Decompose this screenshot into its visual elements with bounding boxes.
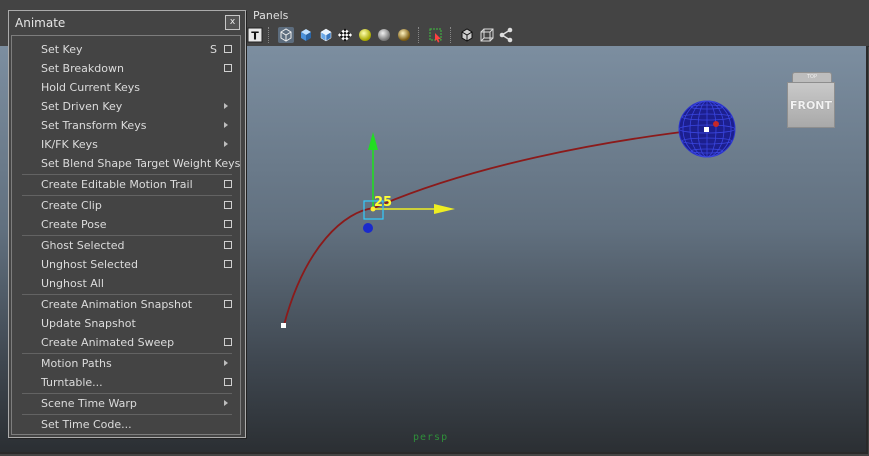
wireframe-on-shaded-icon[interactable] xyxy=(479,27,495,43)
close-icon: x xyxy=(229,17,236,27)
sphere-pivot-marker xyxy=(713,121,719,127)
option-box-icon[interactable] xyxy=(224,220,232,228)
menu-item-set-key[interactable]: Set Key S xyxy=(12,40,240,59)
menu-item-set-time-code[interactable]: Set Time Code... xyxy=(12,415,240,434)
trail-end-point[interactable] xyxy=(704,127,709,132)
camera-name-label: persp xyxy=(413,432,449,443)
translate-z-handle[interactable] xyxy=(363,223,373,233)
menu-item-label: Set Transform Keys xyxy=(41,119,147,132)
menu-item-ghost-selected[interactable]: Ghost Selected xyxy=(12,236,240,255)
menu-item-label: Set Key xyxy=(41,43,83,56)
motion-trail-frame-number: 25 xyxy=(374,195,393,210)
option-box-icon[interactable] xyxy=(224,180,232,188)
menu-item-create-pose[interactable]: Create Pose xyxy=(12,215,240,234)
option-box-icon[interactable] xyxy=(224,378,232,386)
shadow-sphere-icon[interactable] xyxy=(396,27,412,43)
hotkey-label: S xyxy=(210,43,217,56)
menu-item-label: Create Animated Sweep xyxy=(41,336,175,349)
option-box-icon[interactable] xyxy=(224,201,232,209)
translate-x-arrowhead[interactable] xyxy=(434,204,455,214)
option-box-icon[interactable] xyxy=(224,45,232,53)
menu-item-label: Create Editable Motion Trail xyxy=(41,178,193,191)
shaded-cube-icon[interactable] xyxy=(318,27,334,43)
option-box-icon[interactable] xyxy=(224,300,232,308)
node-graph-icon[interactable] xyxy=(498,27,514,43)
menu-item-ik-fk-keys[interactable]: IK/FK Keys xyxy=(12,135,240,154)
menu-item-create-animated-sweep[interactable]: Create Animated Sweep xyxy=(12,333,240,352)
toolbar-separator xyxy=(418,27,421,43)
menu-item-label: Set Time Code... xyxy=(41,418,132,431)
menu-item-label: Turntable... xyxy=(41,376,103,389)
menu-item-label: Create Animation Snapshot xyxy=(41,298,193,311)
menu-body: Set Key S Set Breakdown Hold Current Key… xyxy=(11,35,241,435)
menu-item-unghost-selected[interactable]: Unghost Selected xyxy=(12,255,240,274)
submenu-arrow-icon xyxy=(224,103,228,109)
menu-item-label: Scene Time Warp xyxy=(41,397,137,410)
xray-cube-icon[interactable] xyxy=(459,27,475,43)
menu-item-label: Set Driven Key xyxy=(41,100,123,113)
trail-start-point[interactable] xyxy=(281,323,286,328)
panels-menu[interactable]: Panels xyxy=(253,9,288,22)
submenu-arrow-icon xyxy=(224,122,228,128)
menu-item-label: Set Breakdown xyxy=(41,62,124,75)
animate-menu-window: Animate x Set Key S Set Breakdown Hold C… xyxy=(8,10,246,438)
toolbar-separator xyxy=(268,27,271,43)
menu-item-turntable[interactable]: Turntable... xyxy=(12,373,240,392)
menu-item-hold-current-keys[interactable]: Hold Current Keys xyxy=(12,78,240,97)
translate-y-arrowhead[interactable] xyxy=(368,132,378,150)
option-box-icon[interactable] xyxy=(224,64,232,72)
option-box-icon[interactable] xyxy=(224,260,232,268)
menu-item-motion-paths[interactable]: Motion Paths xyxy=(12,354,240,373)
svg-text:T: T xyxy=(251,30,259,43)
menu-item-label: Motion Paths xyxy=(41,357,112,370)
smooth-shade-cube-icon[interactable] xyxy=(298,27,314,43)
menu-item-set-blend-shape-target-weight-keys[interactable]: Set Blend Shape Target Weight Keys xyxy=(12,154,240,173)
light-sphere-icon[interactable] xyxy=(357,27,373,43)
checker-texture-icon[interactable] xyxy=(337,27,353,43)
menu-item-scene-time-warp[interactable]: Scene Time Warp xyxy=(12,394,240,413)
menu-item-label: Unghost All xyxy=(41,277,104,290)
submenu-arrow-icon xyxy=(224,400,228,406)
menu-item-create-animation-snapshot[interactable]: Create Animation Snapshot xyxy=(12,295,240,314)
gray-sphere-icon[interactable] xyxy=(376,27,392,43)
option-box-icon[interactable] xyxy=(224,241,232,249)
menu-item-label: IK/FK Keys xyxy=(41,138,98,151)
menu-item-label: Update Snapshot xyxy=(41,317,136,330)
wireframe-cube-icon[interactable] xyxy=(278,27,294,43)
menu-item-set-driven-key[interactable]: Set Driven Key xyxy=(12,97,240,116)
menu-item-label: Hold Current Keys xyxy=(41,81,141,94)
toolbar-separator xyxy=(450,27,453,43)
menu-item-label: Create Pose xyxy=(41,218,107,231)
viewcube-front-face[interactable]: FRONT xyxy=(787,82,835,128)
menu-title: Animate xyxy=(15,16,66,30)
menu-item-label: Create Clip xyxy=(41,199,102,212)
menu-item-set-transform-keys[interactable]: Set Transform Keys xyxy=(12,116,240,135)
text-icon[interactable]: T xyxy=(247,27,263,43)
close-button[interactable]: x xyxy=(225,15,240,30)
isolate-select-icon[interactable] xyxy=(428,27,444,43)
menu-item-create-clip[interactable]: Create Clip xyxy=(12,196,240,215)
menu-item-update-snapshot[interactable]: Update Snapshot xyxy=(12,314,240,333)
menu-item-create-editable-motion-trail[interactable]: Create Editable Motion Trail xyxy=(12,175,240,194)
menu-titlebar[interactable]: Animate x xyxy=(9,11,245,34)
menu-item-set-breakdown[interactable]: Set Breakdown xyxy=(12,59,240,78)
viewcube[interactable]: TOP FRONT xyxy=(787,72,837,130)
submenu-arrow-icon xyxy=(224,360,228,366)
option-box-icon[interactable] xyxy=(224,338,232,346)
menu-item-unghost-all[interactable]: Unghost All xyxy=(12,274,240,293)
menu-item-label: Ghost Selected xyxy=(41,239,125,252)
menu-item-label: Set Blend Shape Target Weight Keys xyxy=(41,157,241,170)
menu-item-label: Unghost Selected xyxy=(41,258,138,271)
submenu-arrow-icon xyxy=(224,141,228,147)
motion-trail-curve[interactable] xyxy=(283,128,708,326)
